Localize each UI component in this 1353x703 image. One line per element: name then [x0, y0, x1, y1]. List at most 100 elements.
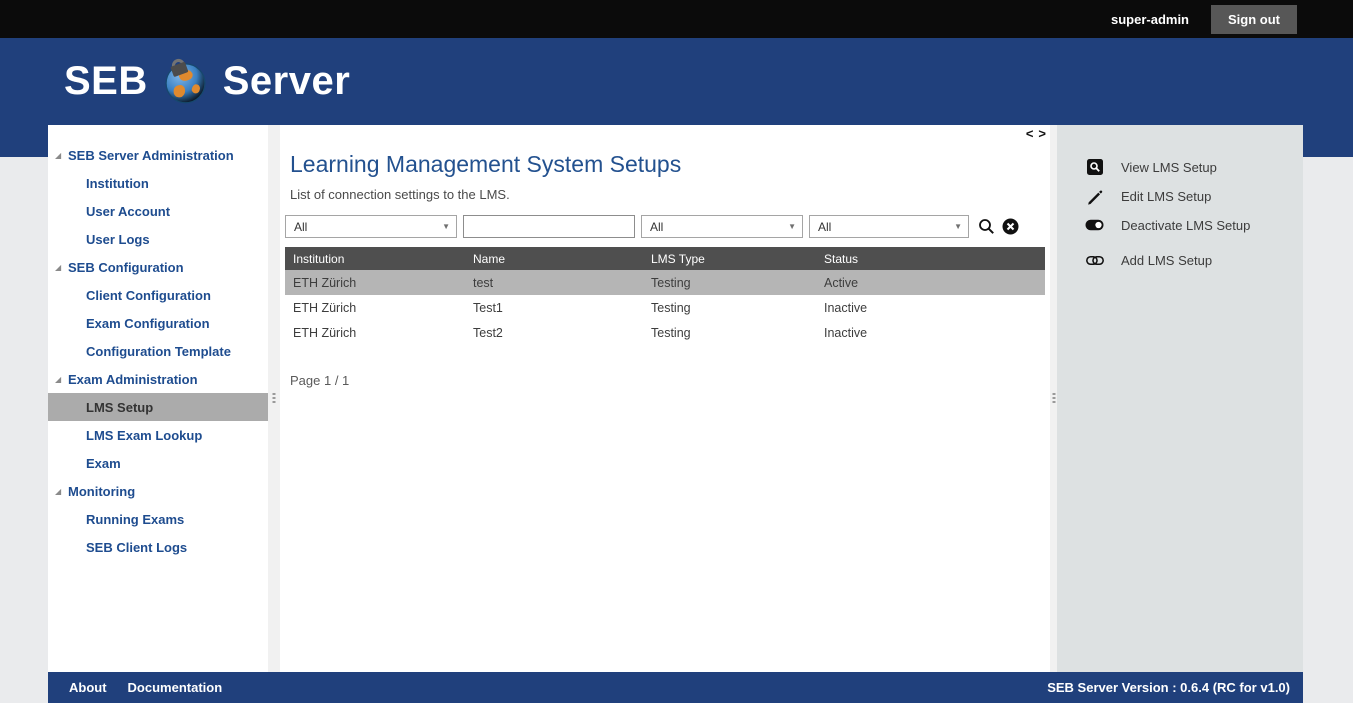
- action-label: Add LMS Setup: [1121, 253, 1212, 268]
- nav-item-exam-administration[interactable]: ◢ Exam Administration: [48, 365, 268, 393]
- nav-label: SEB Configuration: [68, 260, 184, 275]
- collapse-right-icon[interactable]: >: [1038, 126, 1046, 141]
- nav-label: Running Exams: [86, 512, 184, 527]
- nav-item-seb-server-administration[interactable]: ◢ SEB Server Administration: [48, 141, 268, 169]
- splitter-grip-icon[interactable]: [273, 393, 276, 405]
- edit-icon: [1085, 188, 1104, 205]
- tree-expand-icon[interactable]: ◢: [55, 151, 61, 160]
- nav-label: Client Configuration: [86, 288, 211, 303]
- lms-setup-table: Institution Name LMS Type Status ETH Zür…: [285, 247, 1045, 345]
- nav-label: Configuration Template: [86, 344, 231, 359]
- table-row[interactable]: ETH Zürich Test2 Testing Inactive: [285, 320, 1045, 345]
- navigation-sidebar: ◢ SEB Server Administration Institution …: [48, 125, 268, 672]
- tree-expand-icon[interactable]: ◢: [55, 375, 61, 384]
- deactivate-lms-setup-action[interactable]: Deactivate LMS Setup: [1085, 216, 1303, 234]
- nav-label: Monitoring: [68, 484, 135, 499]
- logo-text-seb: SEB: [64, 59, 148, 104]
- table-row[interactable]: ETH Zürich test Testing Active: [285, 270, 1045, 295]
- edit-lms-setup-action[interactable]: Edit LMS Setup: [1085, 187, 1303, 205]
- add-lms-setup-action[interactable]: Add LMS Setup: [1085, 251, 1303, 269]
- clear-filter-icon[interactable]: [1001, 218, 1019, 236]
- tree-expand-icon[interactable]: ◢: [55, 263, 61, 272]
- page-subtitle: List of connection settings to the LMS.: [290, 187, 1050, 202]
- select-value: All: [818, 220, 831, 234]
- globe-lock-icon: [162, 58, 209, 105]
- cell-institution: ETH Zürich: [285, 295, 465, 320]
- nav-item-exam-configuration[interactable]: Exam Configuration: [48, 309, 268, 337]
- nav-label: Exam Configuration: [86, 316, 210, 331]
- cell-institution: ETH Zürich: [285, 270, 465, 295]
- pagination-label: Page 1 / 1: [290, 373, 1050, 388]
- header: SEB: [0, 38, 1353, 125]
- signout-button[interactable]: Sign out: [1211, 5, 1297, 34]
- nav-item-configuration-template[interactable]: Configuration Template: [48, 337, 268, 365]
- add-icon: [1085, 252, 1104, 269]
- select-value: All: [650, 220, 663, 234]
- content-area: ◢ SEB Server Administration Institution …: [48, 125, 1303, 672]
- table-header-row: Institution Name LMS Type Status: [285, 247, 1045, 270]
- collapse-left-icon[interactable]: <: [1026, 126, 1034, 141]
- nav-item-institution[interactable]: Institution: [48, 169, 268, 197]
- view-lms-setup-action[interactable]: View LMS Setup: [1085, 158, 1303, 176]
- sidebar-splitter[interactable]: [268, 125, 280, 672]
- nav-item-lms-exam-lookup[interactable]: LMS Exam Lookup: [48, 421, 268, 449]
- cell-name: Test2: [465, 320, 643, 345]
- table-row[interactable]: ETH Zürich Test1 Testing Inactive: [285, 295, 1045, 320]
- nav-item-seb-configuration[interactable]: ◢ SEB Configuration: [48, 253, 268, 281]
- app-logo: SEB: [64, 58, 350, 105]
- search-icon[interactable]: [977, 218, 995, 236]
- cell-name: Test1: [465, 295, 643, 320]
- nav-item-monitoring[interactable]: ◢ Monitoring: [48, 477, 268, 505]
- nav-item-seb-client-logs[interactable]: SEB Client Logs: [48, 533, 268, 561]
- cell-lms-type: Testing: [643, 295, 816, 320]
- column-header-status[interactable]: Status: [816, 247, 1045, 270]
- nav-item-client-configuration[interactable]: Client Configuration: [48, 281, 268, 309]
- filter-row: All ▼ All ▼ All ▼: [285, 215, 1050, 238]
- nav-label: User Logs: [86, 232, 150, 247]
- column-header-lms-type[interactable]: LMS Type: [643, 247, 816, 270]
- deactivate-icon: [1085, 217, 1104, 234]
- action-label: Deactivate LMS Setup: [1121, 218, 1250, 233]
- column-header-name[interactable]: Name: [465, 247, 643, 270]
- action-label: View LMS Setup: [1121, 160, 1217, 175]
- panel-sash-controls: < >: [1026, 126, 1046, 141]
- action-panel: View LMS Setup Edit LMS Setup Deactivate…: [1057, 125, 1303, 672]
- nav-label: Exam Administration: [68, 372, 198, 387]
- nav-item-lms-setup[interactable]: LMS Setup: [48, 393, 268, 421]
- tree-expand-icon[interactable]: ◢: [55, 487, 61, 496]
- nav-label: User Account: [86, 204, 170, 219]
- cell-status: Active: [816, 270, 1045, 295]
- nav-label: LMS Setup: [86, 400, 153, 415]
- username: super-admin: [1111, 12, 1189, 27]
- version-label: SEB Server Version : 0.6.4 (RC for v1.0): [1047, 680, 1290, 695]
- status-filter-select[interactable]: All ▼: [809, 215, 969, 238]
- footer: About Documentation SEB Server Version :…: [48, 672, 1303, 703]
- cell-name: test: [465, 270, 643, 295]
- cell-status: Inactive: [816, 320, 1045, 345]
- select-value: All: [294, 220, 307, 234]
- lms-type-filter-select[interactable]: All ▼: [641, 215, 803, 238]
- action-label: Edit LMS Setup: [1121, 189, 1211, 204]
- nav-label: SEB Server Administration: [68, 148, 234, 163]
- topbar: super-admin Sign out: [0, 0, 1353, 38]
- column-header-institution[interactable]: Institution: [285, 247, 465, 270]
- cell-institution: ETH Zürich: [285, 320, 465, 345]
- institution-filter-select[interactable]: All ▼: [285, 215, 457, 238]
- page-title: Learning Management System Setups: [290, 151, 1050, 178]
- nav-label: SEB Client Logs: [86, 540, 187, 555]
- nav-item-running-exams[interactable]: Running Exams: [48, 505, 268, 533]
- splitter-grip-icon[interactable]: [1052, 393, 1055, 405]
- chevron-down-icon: ▼: [788, 222, 796, 231]
- nav-label: Exam: [86, 456, 121, 471]
- documentation-link[interactable]: Documentation: [128, 680, 223, 695]
- chevron-down-icon: ▼: [442, 222, 450, 231]
- cell-status: Inactive: [816, 295, 1045, 320]
- nav-item-user-account[interactable]: User Account: [48, 197, 268, 225]
- action-panel-splitter[interactable]: [1050, 125, 1057, 672]
- main-panel: < > Learning Management System Setups Li…: [280, 125, 1050, 672]
- view-icon: [1085, 159, 1104, 176]
- about-link[interactable]: About: [69, 680, 107, 695]
- nav-item-user-logs[interactable]: User Logs: [48, 225, 268, 253]
- name-filter-input[interactable]: [463, 215, 635, 238]
- nav-item-exam[interactable]: Exam: [48, 449, 268, 477]
